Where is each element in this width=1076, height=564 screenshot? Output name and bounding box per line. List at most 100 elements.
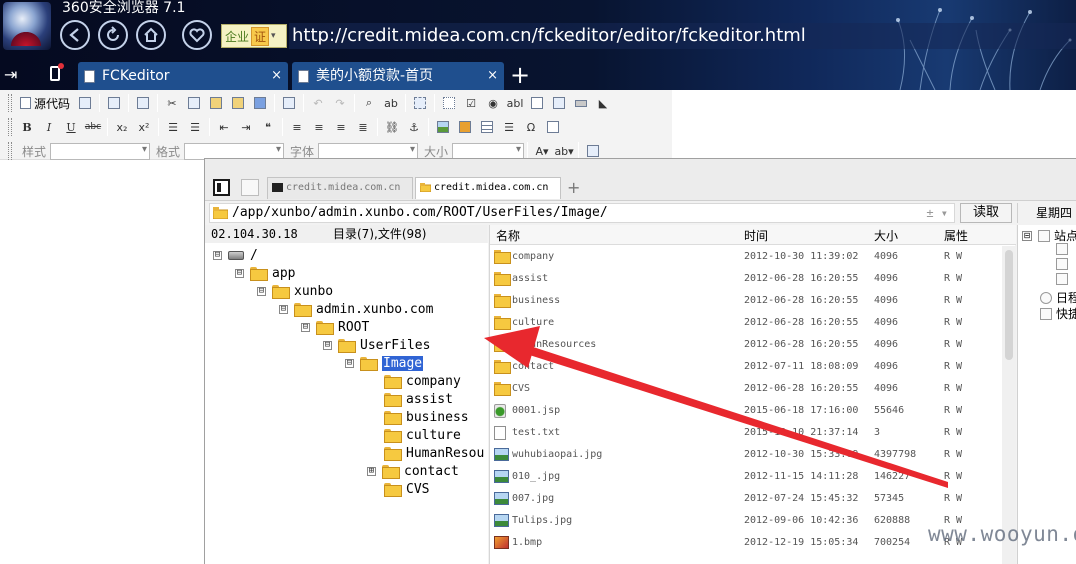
source-button[interactable]: 源代码	[16, 93, 74, 113]
align-left-button[interactable]: ≡	[286, 117, 308, 137]
file-row[interactable]: assist 2012-06-28 16:20:55 4096 R W	[490, 268, 1002, 290]
special-char-button[interactable]: Ω	[520, 117, 542, 137]
textfield-button[interactable]: abl	[504, 93, 526, 113]
paste-button[interactable]	[205, 93, 227, 113]
column-header-attr[interactable]: 属性	[944, 227, 968, 244]
collapse-icon[interactable]: ⊟	[345, 358, 354, 368]
collapse-icon[interactable]: ⊟	[235, 268, 244, 278]
tree-node-root[interactable]: ⊟ /	[213, 246, 258, 264]
tree-node-xunbo[interactable]: ⊟ xunbo	[257, 282, 333, 300]
underline-button[interactable]: U	[60, 117, 82, 137]
tree-node-culture[interactable]: culture	[384, 426, 461, 444]
checkbox-button[interactable]: ☑	[460, 93, 482, 113]
preview-button[interactable]	[103, 93, 125, 113]
read-button[interactable]: 读取	[960, 203, 1012, 223]
tree-node-assist[interactable]: assist	[384, 390, 453, 408]
style-select[interactable]	[50, 142, 151, 160]
tree-node-cvs[interactable]: CVS	[384, 480, 429, 498]
paste-word-button[interactable]	[249, 93, 271, 113]
print-button[interactable]	[278, 93, 300, 113]
sidebar-toggle-icon[interactable]: ⇥	[4, 65, 17, 84]
panel-item-schedule[interactable]: 日程	[1040, 289, 1076, 306]
image-button[interactable]	[432, 117, 454, 137]
form-button[interactable]	[438, 93, 460, 113]
radio-button[interactable]: ◉	[482, 93, 504, 113]
anchor-button[interactable]: ⚓	[403, 117, 425, 137]
scrollbar[interactable]	[1002, 246, 1016, 564]
align-center-button[interactable]: ≡	[308, 117, 330, 137]
size-select[interactable]	[452, 142, 525, 160]
tree-node-root-dir[interactable]: ⊟ ROOT	[301, 318, 369, 336]
copy-button[interactable]	[183, 93, 205, 113]
button-field-button[interactable]	[570, 93, 592, 113]
tree-node-company[interactable]: company	[384, 372, 461, 390]
file-row[interactable]: test.txt 2015-12-10 21:37:14 3 R W	[490, 422, 1002, 444]
mobile-icon[interactable]	[50, 63, 64, 81]
fm-tab-terminal[interactable]: credit.midea.com.cn	[267, 177, 413, 199]
column-header-time[interactable]: 时间	[744, 227, 768, 244]
file-row[interactable]: 1.bmp 2012-12-19 15:05:34 700254 R W	[490, 532, 1002, 554]
doc-props-button[interactable]	[74, 93, 96, 113]
close-icon[interactable]: ×	[487, 62, 498, 90]
redo-button[interactable]: ↷	[329, 93, 351, 113]
bold-button[interactable]: B	[16, 117, 38, 137]
tree-node-app[interactable]: ⊟ app	[235, 264, 295, 282]
collapse-icon[interactable]: ⊟	[257, 286, 266, 296]
expand-icon[interactable]: ⊞	[367, 466, 376, 476]
page-break-button[interactable]	[542, 117, 564, 137]
strikethrough-button[interactable]: abc	[82, 117, 104, 137]
file-row[interactable]: Tulips.jpg 2012-09-06 10:42:36 620888 R W	[490, 510, 1002, 532]
grid-icon[interactable]	[241, 179, 259, 196]
file-row[interactable]: CVS 2012-06-28 16:20:55 4096 R W	[490, 378, 1002, 400]
link-button[interactable]: ⛓	[381, 117, 403, 137]
templates-button[interactable]	[132, 93, 154, 113]
path-input[interactable]: /app/xunbo/admin.xunbo.com/ROOT/UserFile…	[209, 203, 955, 223]
paste-text-button[interactable]	[227, 93, 249, 113]
tree-node-admin-xunbo[interactable]: ⊟ admin.xunbo.com	[279, 300, 433, 318]
browser-tab-midea[interactable]: 美的小额贷款-首页 ×	[292, 62, 504, 90]
rule-button[interactable]: ☰	[498, 117, 520, 137]
collapse-icon[interactable]: ⊟	[1022, 230, 1032, 241]
outdent-button[interactable]: ⇤	[213, 117, 235, 137]
file-row[interactable]: company 2012-10-30 11:39:02 4096 R W	[490, 246, 1002, 268]
flash-button[interactable]	[454, 117, 476, 137]
undo-button[interactable]: ↶	[307, 93, 329, 113]
address-bar[interactable]: http://credit.midea.com.cn/fckeditor/edi…	[289, 23, 1076, 49]
tree-node-humanresources[interactable]: HumanResou	[384, 444, 488, 462]
file-row[interactable]: HumanResources 2012-06-28 16:20:55 4096 R W	[490, 334, 1002, 356]
file-row[interactable]: 007.jpg 2012-07-24 15:45:32 57345 R W	[490, 488, 1002, 510]
scrollbar-thumb[interactable]	[1005, 250, 1013, 360]
panel-subitem[interactable]	[1056, 273, 1072, 285]
collapse-icon[interactable]: ⊟	[301, 322, 310, 332]
collapse-icon[interactable]: ⊟	[279, 304, 288, 314]
browser-tab-fckeditor[interactable]: FCKeditor ×	[78, 62, 288, 90]
sidebar-icon[interactable]	[213, 179, 230, 196]
tree-node-contact[interactable]: ⊞ contact	[367, 462, 459, 480]
file-row[interactable]: contact 2012-07-11 18:08:09 4096 R W	[490, 356, 1002, 378]
blockquote-button[interactable]: ❝	[257, 117, 279, 137]
panel-subitem[interactable]	[1056, 243, 1072, 255]
file-row[interactable]: 010_.jpg 2012-11-15 14:11:28 146227 R W	[490, 466, 1002, 488]
panel-item-shortcut[interactable]: 快捷	[1040, 305, 1076, 322]
fm-new-tab-button[interactable]: +	[567, 177, 580, 199]
cut-button[interactable]: ✂	[161, 93, 183, 113]
column-header-name[interactable]: 名称	[496, 227, 520, 244]
panel-item-site[interactable]: ⊟ 站点	[1022, 227, 1076, 244]
ordered-list-button[interactable]: ☰	[162, 117, 184, 137]
replace-button[interactable]: ab	[380, 93, 402, 113]
new-tab-button[interactable]: +	[510, 62, 530, 88]
hidden-field-button[interactable]: ◣	[592, 93, 614, 113]
unordered-list-button[interactable]: ☰	[184, 117, 206, 137]
fm-tab-files[interactable]: credit.midea.com.cn	[415, 177, 561, 199]
collapse-icon[interactable]: ⊟	[213, 250, 222, 260]
file-row[interactable]: culture 2012-06-28 16:20:55 4096 R W	[490, 312, 1002, 334]
tree-node-image[interactable]: ⊟ Image	[345, 354, 424, 372]
select-all-button[interactable]	[409, 93, 431, 113]
home-icon[interactable]	[136, 20, 166, 50]
file-row[interactable]: business 2012-06-28 16:20:55 4096 R W	[490, 290, 1002, 312]
path-dropdown-icon[interactable]: ± ▾	[926, 204, 948, 222]
table-button[interactable]	[476, 117, 498, 137]
select-field-button[interactable]	[548, 93, 570, 113]
tree-node-userfiles[interactable]: ⊟ UserFiles	[323, 336, 430, 354]
file-row[interactable]: wuhubiaopai.jpg 2012-10-30 15:33:09 439779…	[490, 444, 1002, 466]
